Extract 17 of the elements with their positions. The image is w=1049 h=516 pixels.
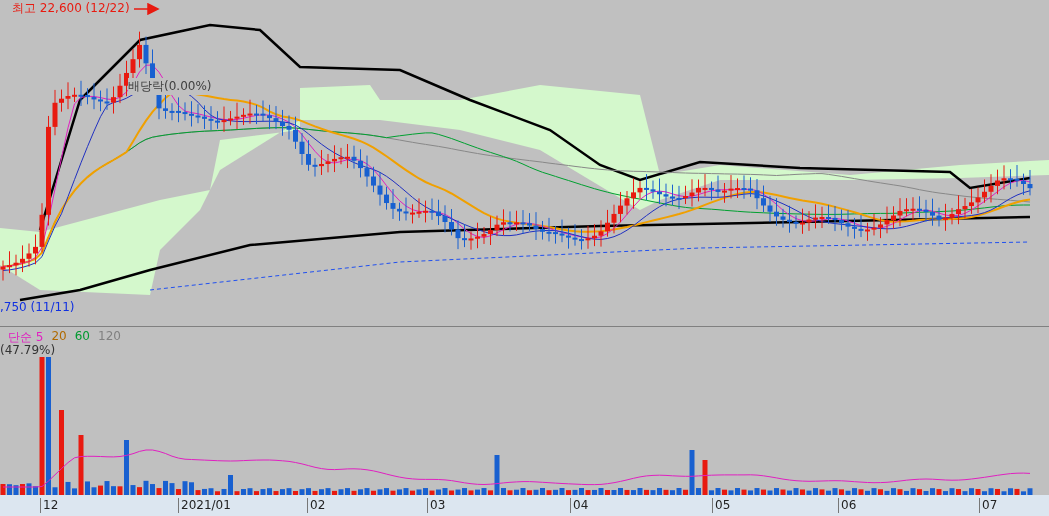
arrow-right-icon [133, 2, 160, 15]
high-price-label: 최고 22,600 (12/22) [12, 0, 130, 17]
legend-label: 20 [51, 329, 67, 344]
date-tick-label: 12 [40, 498, 59, 513]
date-tick-label: 03 [427, 498, 446, 513]
date-tick-label: 05 [712, 498, 731, 513]
date-tick-label: 06 [838, 498, 857, 513]
volume-ratio-label: (47.79%) [0, 343, 56, 357]
legend-label: 60 [74, 329, 90, 345]
date-tick-label: 04 [570, 498, 589, 513]
date-tick-label: 07 [979, 498, 998, 513]
legend-label: 120 [98, 329, 121, 345]
low-price-label: ,750 (11/11) [0, 300, 75, 314]
legend-label: 단순 5 [8, 329, 44, 344]
dividend-label: 배당락(0.00%) [128, 78, 212, 95]
date-tick-label: 02 [307, 498, 326, 513]
date-tick-label: 2021/01 [178, 498, 231, 513]
